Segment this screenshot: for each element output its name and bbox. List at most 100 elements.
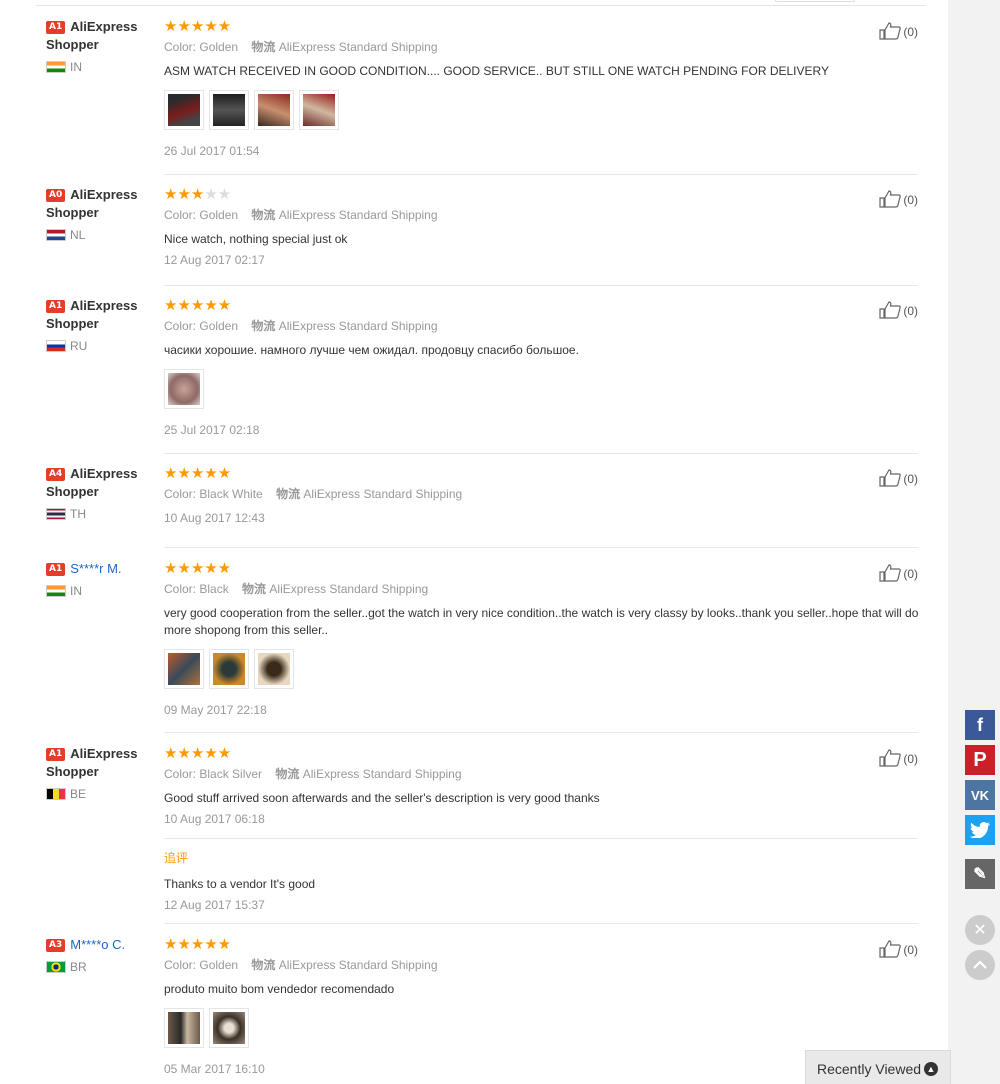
review-date: 25 Jul 2017 02:18	[164, 423, 260, 437]
review-date: 10 Aug 2017 06:18	[164, 812, 265, 826]
review-photo[interactable]	[299, 90, 339, 130]
review-text: Nice watch, nothing special just ok	[164, 232, 348, 246]
review-photo[interactable]	[254, 90, 294, 130]
recently-viewed-label: Recently Viewed	[817, 1061, 922, 1077]
thumbs-up-icon	[879, 190, 902, 208]
review-divider	[164, 174, 918, 175]
color-value: Black White	[199, 487, 263, 501]
reviewer-name[interactable]: A1 S****r M.	[46, 560, 156, 578]
color-value: Golden	[199, 319, 239, 333]
rating-stars: ★★★★★	[164, 559, 232, 577]
buyer-level-badge: A0	[46, 189, 66, 202]
review-text: часики хорошие. намного лучше чем ожидал…	[164, 343, 579, 357]
pinterest-share-button[interactable]: P	[965, 745, 995, 775]
color-value: Golden	[199, 40, 239, 54]
chevron-up-icon	[973, 960, 987, 969]
helpful-button[interactable]: (0)	[879, 940, 918, 958]
review-divider	[164, 285, 918, 286]
close-icon: ✕	[973, 922, 987, 939]
review-divider	[164, 732, 918, 733]
additional-review-content: 追评 Thanks to a vendor It's good 12 Aug 2…	[164, 849, 924, 913]
reviewer: A1 AliExpress Shopper BE	[46, 745, 156, 801]
color-value: Black	[199, 582, 229, 596]
review-text: very good cooperation from the seller..g…	[164, 606, 919, 637]
panel-top-border	[36, 5, 926, 6]
review-photos	[164, 369, 924, 409]
helpful-button[interactable]: (0)	[879, 22, 918, 40]
reviewer: A0 AliExpress Shopper NL	[46, 186, 156, 242]
reviewer-country: RU	[46, 339, 156, 353]
helpful-button[interactable]: (0)	[879, 469, 918, 487]
reviewer-country: IN	[46, 60, 156, 74]
helpful-button[interactable]: (0)	[879, 564, 918, 582]
flag-ru-icon	[46, 340, 66, 352]
review-divider	[164, 547, 918, 548]
additional-review-date: 12 Aug 2017 15:37	[164, 898, 265, 912]
reviewer-name: A0 AliExpress Shopper	[46, 187, 138, 220]
helpful-button[interactable]: (0)	[879, 301, 918, 319]
reviewer-name: A4 AliExpress Shopper	[46, 466, 138, 499]
review-content: ★★★★★ Color: Golden 物流 AliExpress Standa…	[164, 297, 924, 438]
review-text: produto muito bom vendedor recomendado	[164, 982, 395, 996]
rating-stars: ★★★★★	[164, 464, 232, 482]
buyer-level-badge: A1	[46, 21, 66, 34]
flag-in-icon	[46, 585, 66, 597]
thumbs-up-icon	[879, 301, 902, 319]
thumbs-up-icon	[879, 564, 902, 582]
thumbs-up-icon	[879, 749, 902, 767]
review-content: ★★★★★ Color: Black White 物流 AliExpress S…	[164, 465, 924, 526]
review-photo[interactable]	[164, 1008, 204, 1048]
reviewer: A1 S****r M. IN	[46, 560, 156, 598]
rating-stars: ★★★★★	[164, 17, 232, 35]
thumbs-up-icon	[879, 469, 902, 487]
color-value: Golden	[199, 208, 239, 222]
review-photo[interactable]	[209, 649, 249, 689]
additional-review-divider	[164, 838, 918, 839]
reviewer: A4 AliExpress Shopper TH	[46, 465, 156, 521]
review-photo[interactable]	[209, 1008, 249, 1048]
helpful-button[interactable]: (0)	[879, 749, 918, 767]
review-photo[interactable]	[209, 90, 249, 130]
recently-viewed-tab[interactable]: Recently Viewed ▲	[805, 1050, 951, 1084]
review-meta: Color: Golden 物流 AliExpress Standard Shi…	[164, 208, 438, 222]
review-text: Good stuff arrived soon afterwards and t…	[164, 791, 600, 805]
review-photo[interactable]	[254, 649, 294, 689]
review-photo[interactable]	[164, 649, 204, 689]
reviewer-country: BR	[46, 960, 156, 974]
reviewer-country: TH	[46, 507, 156, 521]
review-divider	[164, 453, 918, 454]
vk-icon: VK	[965, 780, 995, 810]
review-photo[interactable]	[164, 369, 204, 409]
thumbs-up-icon	[879, 940, 902, 958]
review-photos	[164, 1008, 924, 1048]
buyer-level-badge: A4	[46, 468, 66, 481]
review-content: ★★★★★ Color: Black 物流 AliExpress Standar…	[164, 560, 924, 718]
sort-dropdown-edge[interactable]	[775, 0, 855, 2]
facebook-share-button[interactable]: f	[965, 710, 995, 740]
twitter-share-button[interactable]	[965, 815, 995, 845]
reviewer-country: BE	[46, 787, 156, 801]
thumbs-up-icon	[879, 22, 902, 40]
flag-nl-icon	[46, 229, 66, 241]
rating-stars: ★★★★★	[164, 744, 232, 762]
helpful-button[interactable]: (0)	[879, 190, 918, 208]
facebook-icon: f	[965, 710, 995, 740]
review-photo[interactable]	[164, 90, 204, 130]
review-meta: Color: Black 物流 AliExpress Standard Ship…	[164, 582, 429, 596]
review-content: ★★★★★ Color: Golden 物流 AliExpress Standa…	[164, 18, 924, 159]
reviewer-name: A1 AliExpress Shopper	[46, 298, 138, 331]
back-to-top-button[interactable]	[965, 950, 995, 980]
review-meta: Color: Black Silver 物流 AliExpress Standa…	[164, 767, 462, 781]
reviewer-name: A1 AliExpress Shopper	[46, 746, 138, 779]
rating-stars: ★★★★★	[164, 935, 232, 953]
review-date: 09 May 2017 22:18	[164, 703, 267, 717]
color-value: Black Silver	[199, 767, 263, 781]
vk-share-button[interactable]: VK	[965, 780, 995, 810]
review-date: 10 Aug 2017 12:43	[164, 511, 265, 525]
close-button[interactable]: ✕	[965, 915, 995, 945]
edit-icon: ✎	[965, 859, 995, 889]
reviews-panel	[36, 0, 926, 1084]
reviewer-name[interactable]: A3 M****o C.	[46, 936, 156, 954]
review-text: ASM WATCH RECEIVED IN GOOD CONDITION....…	[164, 64, 829, 78]
feedback-button[interactable]: ✎	[965, 859, 995, 889]
